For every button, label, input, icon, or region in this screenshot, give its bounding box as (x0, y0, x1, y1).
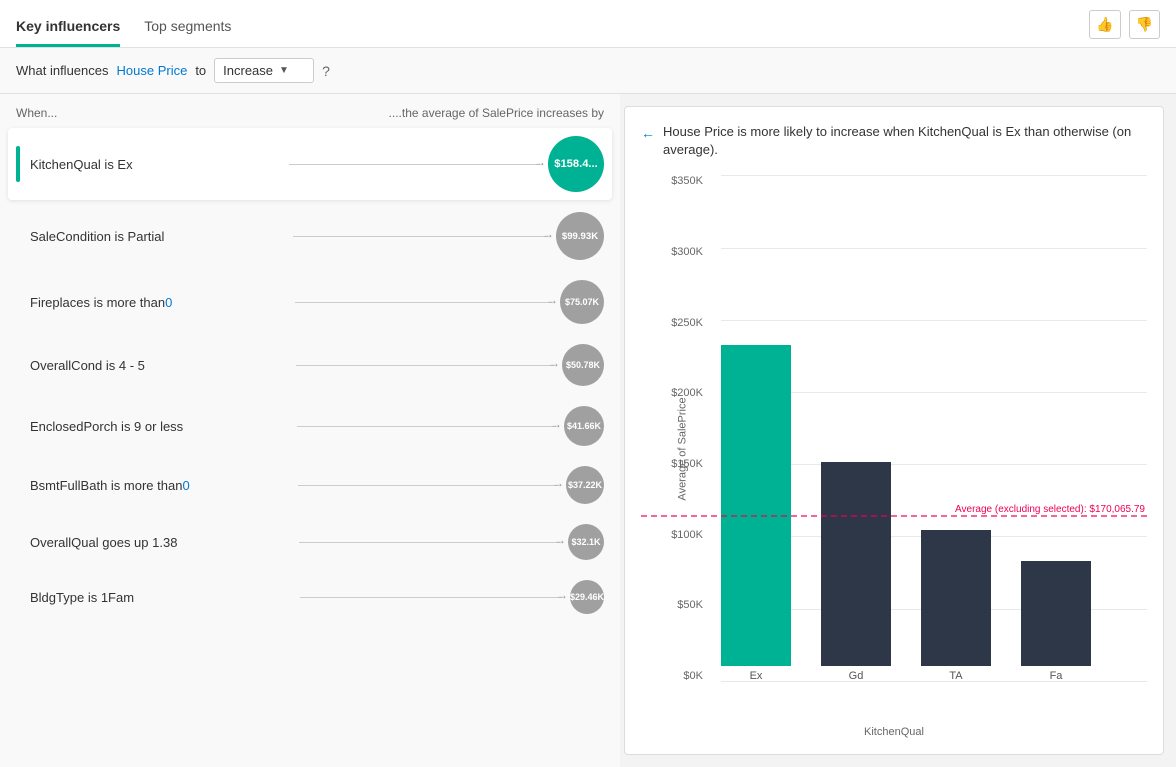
value-bubble: $32.1K (568, 524, 604, 560)
thumbs-up-button[interactable]: 👍 (1089, 10, 1120, 39)
y-label: $100K (641, 529, 703, 541)
bar-group-gd: Gd (821, 462, 891, 682)
value-bubble: $37.22K (566, 466, 604, 504)
grid-line (721, 175, 1147, 176)
influencer-item-overallcond[interactable]: OverallCond is 4 - 5 $50.78K (8, 336, 612, 394)
line-connector (296, 365, 554, 366)
avg-line (641, 515, 1147, 517)
bar-gd (821, 462, 891, 666)
blue-text: 0 (165, 295, 172, 310)
tab-top-segments[interactable]: Top segments (144, 10, 231, 47)
influencer-list: KitchenQual is Ex $158.4... SaleCondition … (0, 128, 620, 622)
active-indicator (16, 146, 20, 182)
when-label: When... (16, 106, 389, 120)
value-bubble: $99.93K (556, 212, 604, 260)
item-label: BsmtFullBath is more than0 (30, 478, 290, 493)
column-headers: When... ....the average of SalePrice inc… (0, 94, 620, 128)
value-bubble: $41.66K (564, 406, 604, 446)
bar-label-ex: Ex (750, 670, 763, 682)
x-axis-title: KitchenQual (641, 726, 1147, 738)
item-label: Fireplaces is more than0 (30, 295, 287, 310)
value-bubble: $158.4... (548, 136, 604, 192)
value-bubble: $29.46K (570, 580, 604, 614)
middle-label: to (195, 63, 206, 78)
back-arrow-icon[interactable]: ← (641, 124, 655, 144)
chart-title: ← House Price is more likely to increase… (641, 123, 1147, 159)
help-icon[interactable]: ? (322, 63, 330, 79)
thumbs-down-button[interactable]: 👎 (1129, 10, 1160, 39)
chevron-down-icon: ▼ (279, 65, 289, 76)
influencer-item-salecond[interactable]: SaleCondition is Partial $99.93K (8, 204, 612, 268)
influencer-item-bldgtype[interactable]: BldgType is 1Fam $29.46K (8, 572, 612, 622)
y-label: $200K (641, 387, 703, 399)
item-label: OverallCond is 4 - 5 (30, 358, 288, 373)
influencer-item-overallqual[interactable]: OverallQual goes up 1.38 $32.1K (8, 516, 612, 568)
line-connector (299, 542, 560, 543)
prefix-label: What influences (16, 63, 109, 78)
bar-label-gd: Gd (849, 670, 864, 682)
bar-group-ta: TA (921, 530, 991, 682)
chart-title-text: House Price is more likely to increase w… (663, 123, 1147, 159)
line-connector (295, 302, 552, 303)
tab-actions: 👍 👎 (1089, 10, 1160, 47)
highlight-label: House Price (117, 63, 188, 78)
y-label: $350K (641, 175, 703, 187)
line-connector (293, 236, 548, 237)
bar-ta (921, 530, 991, 666)
left-panel: When... ....the average of SalePrice inc… (0, 94, 620, 767)
influence-dropdown[interactable]: Increase ▼ (214, 58, 314, 83)
line-connector (300, 597, 562, 598)
chart-area: Average of SalePrice $350K$300K$250K$200… (641, 175, 1147, 722)
bar-label-fa: Fa (1050, 670, 1063, 682)
y-label: $250K (641, 317, 703, 329)
value-bubble: $75.07K (560, 280, 604, 324)
bar-ex (721, 345, 791, 666)
bar-group-fa: Fa (1021, 561, 1091, 682)
dropdown-value: Increase (223, 63, 273, 78)
influencer-item-fireplaces[interactable]: Fireplaces is more than0 $75.07K (8, 272, 612, 332)
value-bubble: $50.78K (562, 344, 604, 386)
item-label: EnclosedPorch is 9 or less (30, 419, 289, 434)
y-label: $50K (641, 599, 703, 611)
bars-container: Ex Gd TA Fa (721, 185, 1147, 682)
influencer-item-enclosedporch[interactable]: EnclosedPorch is 9 or less $41.66K (8, 398, 612, 454)
avg-line-label: Average (excluding selected): $170,065.7… (953, 504, 1147, 515)
y-label: $150K (641, 458, 703, 470)
item-label: KitchenQual is Ex (30, 157, 281, 172)
right-panel: ← House Price is more likely to increase… (624, 106, 1164, 755)
item-label: SaleCondition is Partial (30, 229, 285, 244)
tab-key-influencers[interactable]: Key influencers (16, 10, 120, 47)
influencer-item-bsmtfull[interactable]: BsmtFullBath is more than0 $37.22K (8, 458, 612, 512)
y-label: $300K (641, 246, 703, 258)
bar-label-ta: TA (949, 670, 962, 682)
blue-text: 0 (182, 478, 189, 493)
bar-fa (1021, 561, 1091, 666)
question-row: What influences House Price to Increase … (0, 48, 1176, 94)
item-label: OverallQual goes up 1.38 (30, 535, 291, 550)
line-connector (289, 164, 540, 165)
bar-group-ex: Ex (721, 345, 791, 682)
increases-label: ....the average of SalePrice increases b… (389, 106, 604, 120)
y-label: $0K (641, 670, 703, 682)
influencer-item-kitchen[interactable]: KitchenQual is Ex $158.4... (8, 128, 612, 200)
item-label: BldgType is 1Fam (30, 590, 292, 605)
y-axis-labels: $350K $300K $250K $200K $150K $100K $50K $0K (641, 175, 711, 682)
line-connector (297, 426, 556, 427)
tabs-container: Key influencers Top segments (16, 10, 231, 47)
line-connector (298, 485, 558, 486)
